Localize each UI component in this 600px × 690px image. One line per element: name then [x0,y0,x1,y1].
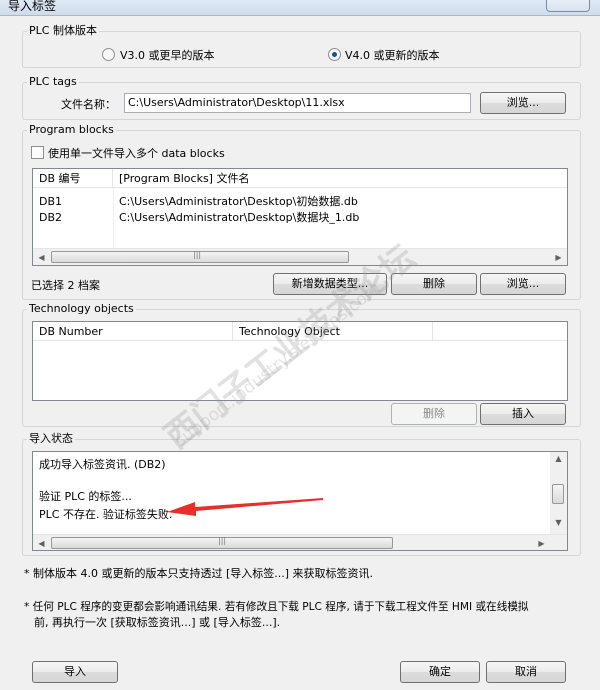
scroll-up-icon[interactable]: ▲ [550,452,567,467]
blocks-browse-button[interactable]: 浏览... [480,273,566,295]
thumb-grip-icon: ||| [218,536,227,545]
technology-objects-legend: Technology objects [27,302,136,316]
plc-tags-group: PLC tags 文件名称： C:\Users\Administrator\De… [22,75,581,120]
single-file-checkbox[interactable] [31,146,44,159]
scroll-right-icon[interactable]: ▶ [533,535,550,550]
scroll-left-icon[interactable]: ◀ [33,535,50,550]
col-db-number[interactable]: DB 编号 [33,169,113,188]
window-title: 导入标签 [8,0,57,13]
firmware-note: * 制体版本 4.0 或更新的版本只支持透过 [导入标签...] 来获取标签资讯… [24,567,374,580]
title-bar: 导入标签 [0,0,600,16]
import-status-legend: 导入状态 [27,432,75,446]
program-change-note-line2: 前, 再执行一次 [获取标签资讯...] 或 [导入标签...]. [34,616,281,629]
status-line: 验证 PLC 的标签... [39,490,132,503]
status-line: PLC 不存在. 验证标签失败. [39,508,173,521]
tags-browse-button[interactable]: 浏览... [480,92,566,114]
tech-delete-button[interactable]: 删除 [391,403,477,425]
horizontal-scrollbar[interactable]: ◀ ||| ▶ [33,248,567,265]
radio-v3-label[interactable]: V3.0 或更早的版本 [120,47,215,63]
ok-button[interactable]: 确定 [400,661,480,683]
col-technology-object[interactable]: Technology Object [233,322,433,341]
row-db: DB1 [39,195,63,208]
program-change-note-line1: * 任何 PLC 程序的变更都会影响通讯结果. 若有修改且下载 PLC 程序, … [24,601,529,613]
list-header: DB Number Technology Object [33,322,567,341]
row-db: DB2 [39,211,63,224]
technology-objects-list[interactable]: DB Number Technology Object [32,321,568,401]
single-file-label[interactable]: 使用单一文件导入多个 data blocks [48,145,225,161]
vertical-scrollbar[interactable]: ▲ ▼ [550,452,567,534]
status-line: 成功导入标签资讯. (DB2) [39,458,166,471]
thumb-grip-icon: ||| [193,250,202,259]
file-name-input[interactable]: C:\Users\Administrator\Desktop\11.xlsx [124,93,471,113]
plc-tags-legend: PLC tags [27,75,79,89]
scroll-down-icon[interactable]: ▼ [550,514,567,531]
program-blocks-group: Program blocks 使用单一文件导入多个 data blocks DB… [22,123,581,300]
program-blocks-list[interactable]: DB 编号 [Program Blocks] 文件名 DB1 C:\Users\… [32,168,568,266]
column-divider [113,188,114,248]
cancel-button[interactable]: 取消 [486,661,566,683]
scroll-left-icon[interactable]: ◀ [33,249,50,265]
firmware-legend: PLC 制体版本 [27,24,99,38]
file-name-label: 文件名称： [61,98,116,111]
horizontal-scrollbar[interactable]: ◀ ||| ▶ [33,534,567,550]
row-file: C:\Users\Administrator\Desktop\初始数据.db [119,195,358,208]
blocks-delete-button[interactable]: 删除 [391,273,477,295]
annotation-arrow-icon [167,498,323,516]
close-button[interactable] [546,0,590,12]
col-db-number[interactable]: DB Number [33,322,233,341]
selected-count: 已选择 2 档案 [31,279,100,292]
technology-objects-group: Technology objects DB Number Technology … [22,302,581,427]
add-data-type-button[interactable]: 新增数据类型... [273,273,387,295]
list-header: DB 编号 [Program Blocks] 文件名 [33,169,567,188]
scrollbar-thumb[interactable] [552,484,564,504]
program-blocks-legend: Program blocks [27,123,116,137]
radio-v4[interactable] [328,48,341,61]
scroll-right-icon[interactable]: ▶ [550,249,567,265]
col-file-name[interactable]: [Program Blocks] 文件名 [113,169,567,188]
firmware-group: PLC 制体版本 V3.0 或更早的版本 V4.0 或更新的版本 [22,24,581,68]
import-button[interactable]: 导入 [32,661,118,683]
tech-insert-button[interactable]: 插入 [480,403,566,425]
row-file: C:\Users\Administrator\Desktop\数据块_1.db [119,211,360,224]
radio-v3[interactable] [102,48,115,61]
radio-v4-label[interactable]: V4.0 或更新的版本 [345,47,440,63]
